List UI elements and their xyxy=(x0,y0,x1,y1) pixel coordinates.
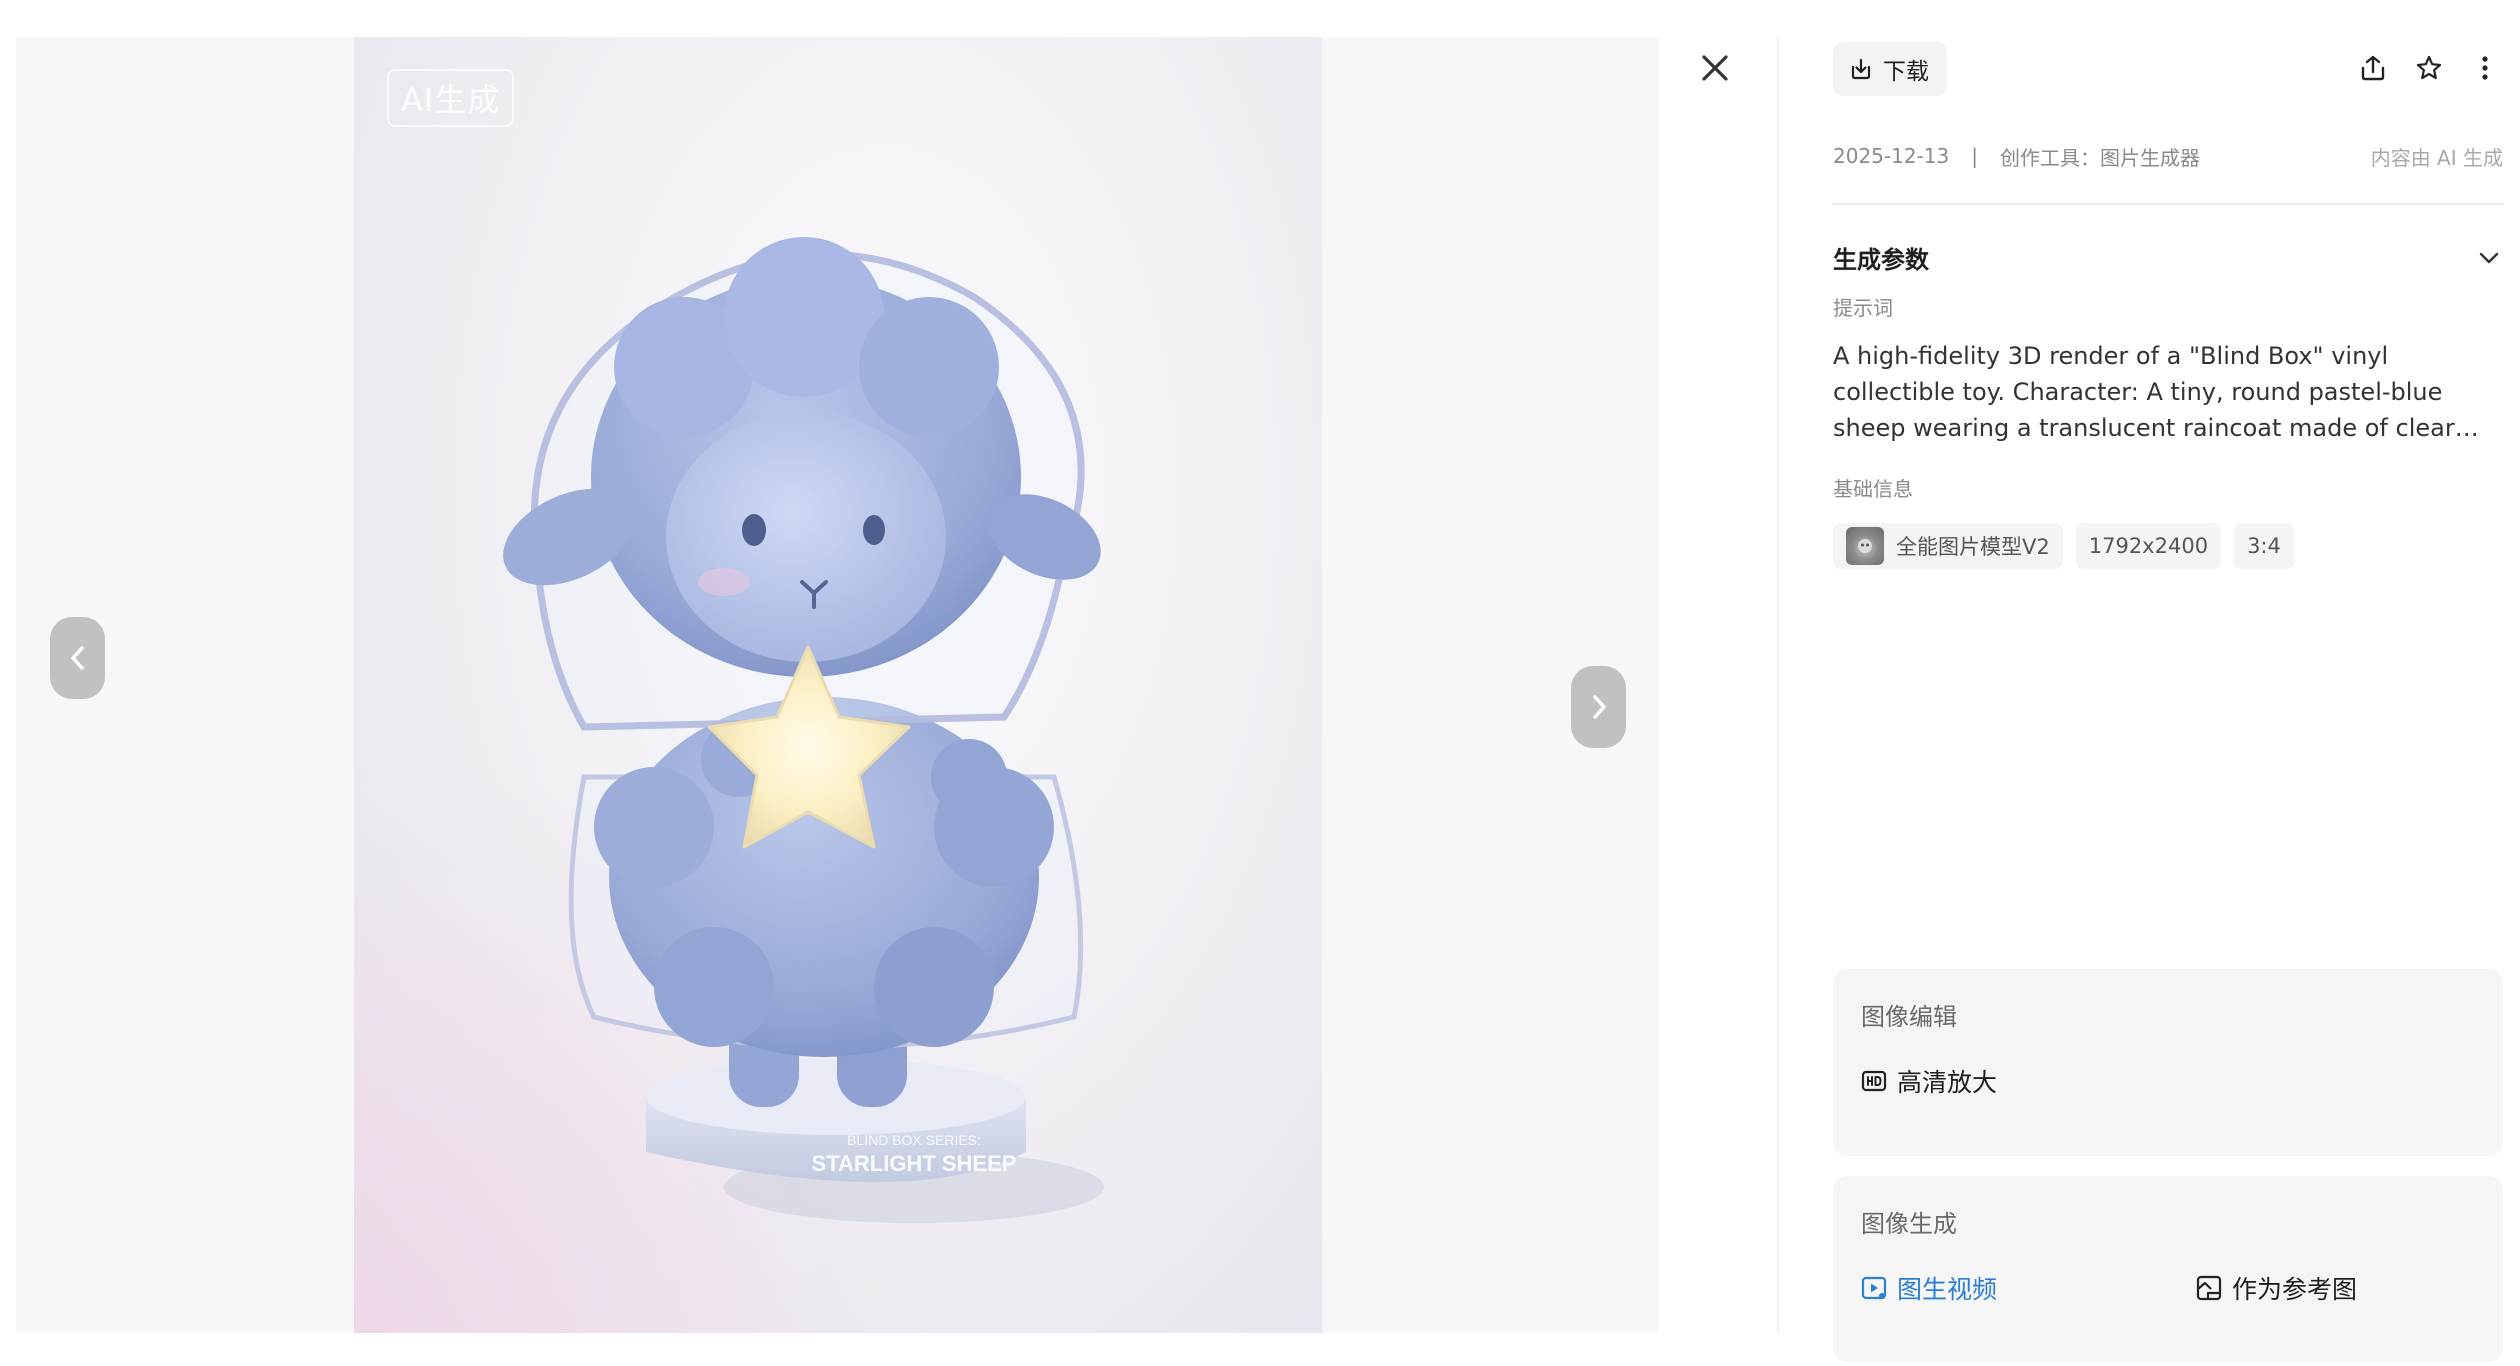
previous-image-button[interactable] xyxy=(50,617,105,699)
model-name: 全能图片模型V2 xyxy=(1896,535,2050,559)
generated-image[interactable]: BLIND BOX SERIES: STARLIGHT SHEEP AI生成 xyxy=(354,37,1322,1333)
prompt-label: 提示词 xyxy=(1833,296,1893,320)
generation-params-title: 生成参数 xyxy=(1833,246,1929,274)
collapse-params-button[interactable] xyxy=(2475,244,2503,272)
chevron-left-icon xyxy=(70,646,84,670)
ai-watermark: AI生成 xyxy=(387,69,515,127)
favorite-button[interactable] xyxy=(2411,48,2447,88)
image-gen-title: 图像生成 xyxy=(1861,1210,1957,1238)
more-icon xyxy=(2482,56,2488,80)
share-button[interactable] xyxy=(2355,48,2391,88)
base-label-line2: STARLIGHT SHEEP xyxy=(812,1151,1017,1176)
image-to-video-icon xyxy=(1861,1276,1887,1300)
image-edit-card: 图像编辑 高清放大 xyxy=(1833,969,2503,1156)
chevron-down-icon xyxy=(2479,252,2499,264)
upscale-button[interactable]: 高清放大 xyxy=(1861,1063,1997,1099)
image-to-video-label: 图生视频 xyxy=(1897,1275,1998,1304)
meta-separator: | xyxy=(1971,144,1978,168)
ratio-chip: 3:4 xyxy=(2234,523,2294,569)
ai-content-notice: 内容由 AI 生成 xyxy=(2370,145,2503,170)
model-chip: 全能图片模型V2 xyxy=(1833,523,2063,569)
detail-panel: 下载 2025-12-13 | 创作工具：图片生成器 内容由 AI 生成 生成参… xyxy=(1833,0,2503,1366)
chevron-right-icon xyxy=(1592,695,1606,719)
base-label-line1: BLIND BOX SERIES: xyxy=(847,1132,981,1148)
resolution-chip: 1792x2400 xyxy=(2075,523,2222,569)
hd-icon xyxy=(1861,1070,1887,1092)
upscale-label: 高清放大 xyxy=(1897,1068,1998,1097)
model-thumbnail-icon xyxy=(1846,527,1884,565)
star-icon xyxy=(2416,55,2442,80)
meta-row: 2025-12-13 | 创作工具：图片生成器 内容由 AI 生成 xyxy=(1833,140,2503,172)
download-button[interactable]: 下载 xyxy=(1833,42,1947,96)
close-button[interactable] xyxy=(1695,48,1735,88)
next-image-button[interactable] xyxy=(1571,666,1626,748)
image-gen-card: 图像生成 图生视频 作为参考图 xyxy=(1833,1176,2503,1362)
close-icon xyxy=(1702,55,1728,81)
use-as-reference-button[interactable]: 作为参考图 xyxy=(2196,1270,2357,1306)
image-viewer: BLIND BOX SERIES: STARLIGHT SHEEP AI生成 xyxy=(16,37,1659,1333)
use-as-reference-label: 作为参考图 xyxy=(2232,1275,2358,1304)
image-edit-title: 图像编辑 xyxy=(1861,1003,1957,1031)
resolution-value: 1792x2400 xyxy=(2088,534,2209,558)
share-icon xyxy=(2361,55,2385,81)
more-button[interactable] xyxy=(2467,48,2503,88)
basic-info-label: 基础信息 xyxy=(1833,477,1913,501)
sheep-toy-illustration: BLIND BOX SERIES: STARLIGHT SHEEP xyxy=(503,237,1104,1223)
ratio-value: 3:4 xyxy=(2247,534,2281,558)
creation-tool: 创作工具：图片生成器 xyxy=(1999,145,2200,170)
download-icon xyxy=(1851,58,1871,80)
prompt-text[interactable]: A high-fidelity 3D render of a "Blind Bo… xyxy=(1833,338,2503,446)
basic-info-chips: 全能图片模型V2 1792x2400 3:4 xyxy=(1833,523,2294,569)
panel-divider xyxy=(1777,37,1779,1333)
created-date: 2025-12-13 xyxy=(1833,144,1950,168)
download-label: 下载 xyxy=(1883,59,1929,85)
image-to-video-button[interactable]: 图生视频 xyxy=(1861,1270,1997,1306)
reference-image-icon xyxy=(2196,1275,2222,1301)
section-divider xyxy=(1833,203,2503,205)
